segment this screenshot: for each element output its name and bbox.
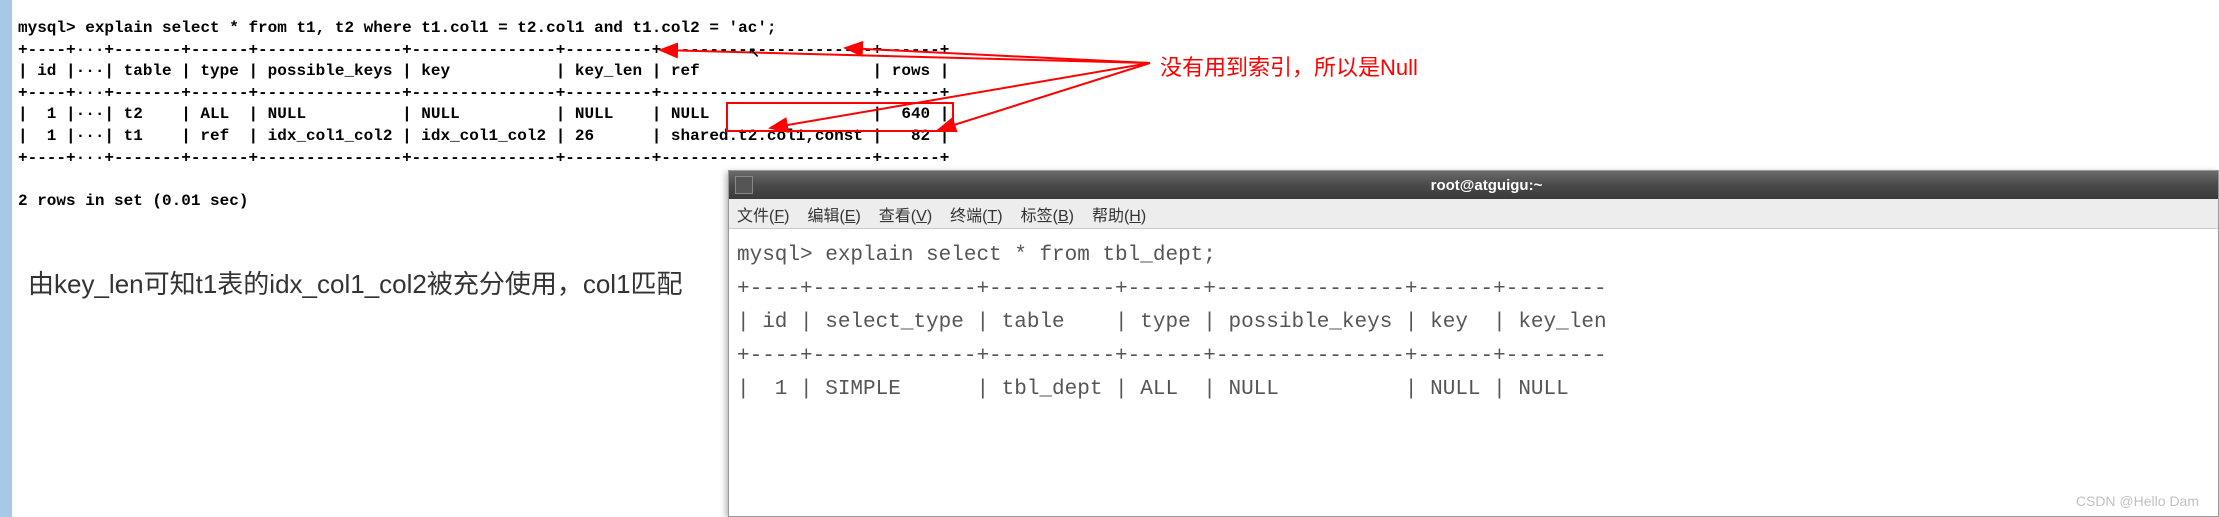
terminal-titlebar[interactable]: root@atguigu:~	[729, 171, 2218, 199]
table-border: +----+···+-------+------+---------------…	[18, 41, 949, 59]
menu-view[interactable]: 查看(V)	[879, 202, 932, 226]
table-row-2: | 1 |···| t1 | ref | idx_col1_col2 | idx…	[18, 127, 949, 145]
term-line-5: | 1 | SIMPLE | tbl_dept | ALL | NULL | N…	[737, 378, 1569, 401]
table-border: +----+···+-------+------+---------------…	[18, 149, 949, 167]
left-border-strip	[0, 0, 12, 517]
table-header-row: | id |···| table | type | possible_keys …	[18, 62, 949, 80]
menu-terminal[interactable]: 终端(T)	[950, 202, 1002, 226]
term-line-3: | id | select_type | table | type | poss…	[737, 311, 1607, 334]
mouse-cursor-icon: ↖	[748, 38, 760, 64]
table-border: +----+···+-------+------+---------------…	[18, 84, 949, 102]
menu-tabs[interactable]: 标签(B)	[1021, 202, 1074, 226]
terminal-body[interactable]: mysql> explain select * from tbl_dept; +…	[729, 229, 2218, 417]
terminal-icon	[735, 176, 753, 194]
terminal-window: root@atguigu:~ 文件(F) 编辑(E) 查看(V) 终端(T) 标…	[728, 170, 2219, 517]
result-summary: 2 rows in set (0.01 sec)	[18, 192, 248, 210]
sql-prompt: mysql>	[18, 19, 85, 37]
menu-help[interactable]: 帮助(H)	[1092, 202, 1146, 226]
terminal-menubar: 文件(F) 编辑(E) 查看(V) 终端(T) 标签(B) 帮助(H)	[729, 199, 2218, 229]
term-line-4: +----+-------------+----------+------+--…	[737, 345, 1607, 368]
table-row-1: | 1 |···| t2 | ALL | NULL | NULL | NULL …	[18, 105, 949, 123]
explanation-text: 由key_len可知t1表的idx_col1_col2被充分使用，col1匹配	[28, 264, 683, 301]
menu-edit[interactable]: 编辑(E)	[807, 202, 860, 226]
menu-file[interactable]: 文件(F)	[737, 202, 789, 226]
term-line-2: +----+-------------+----------+------+--…	[737, 278, 1607, 301]
terminal-title: root@atguigu:~	[761, 177, 2212, 194]
term-line-1: mysql> explain select * from tbl_dept;	[737, 244, 1216, 267]
sql-query-text: explain select * from t1, t2 where t1.co…	[85, 19, 776, 37]
watermark-text: CSDN @Hello Dam	[2076, 493, 2199, 509]
annotation-text: 没有用到索引，所以是Null	[1160, 50, 1418, 82]
